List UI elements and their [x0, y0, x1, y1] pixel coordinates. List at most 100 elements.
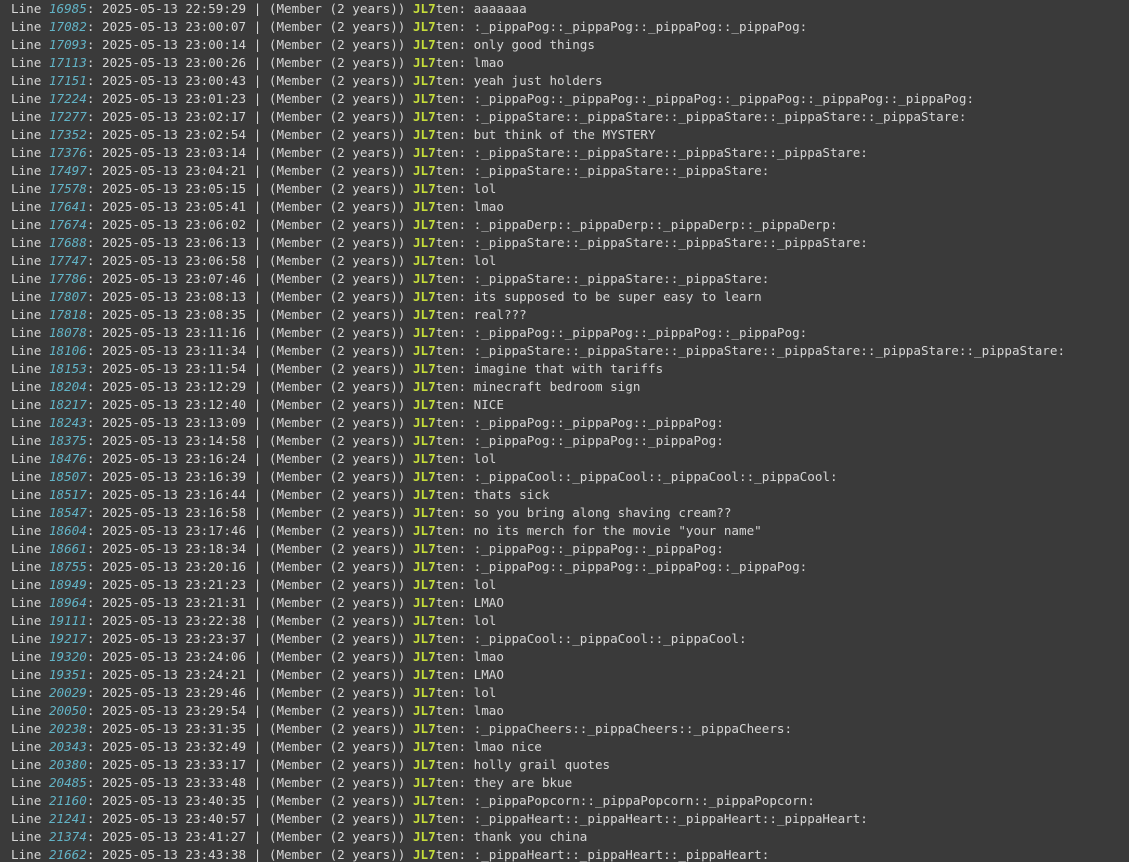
- line-number: 18755: [48, 559, 87, 574]
- separator: |: [253, 181, 262, 196]
- message-text: lmao: [473, 55, 504, 70]
- separator: |: [253, 253, 262, 268]
- line-word: Line: [11, 289, 42, 304]
- line-word: Line: [11, 19, 42, 34]
- line-number: 18547: [48, 505, 87, 520]
- timestamp: 2025-05-13 23:11:54: [102, 361, 247, 376]
- message-text: LMAO: [473, 595, 504, 610]
- timestamp: 2025-05-13 23:05:15: [102, 181, 247, 196]
- username-prefix: JL7: [412, 91, 436, 106]
- member-badge: (Member (2 years)): [268, 361, 406, 376]
- line-word: Line: [11, 793, 42, 808]
- log-line: Line 17151: 2025-05-13 23:00:43 | (Membe…: [11, 73, 603, 88]
- member-badge: (Member (2 years)): [268, 775, 406, 790]
- separator: |: [253, 631, 262, 646]
- member-badge: (Member (2 years)): [268, 415, 406, 430]
- message-text: :_pippaHeart::_pippaHeart::_pippaHeart:: [473, 847, 770, 862]
- message-text: so you bring along shaving cream??: [473, 505, 732, 520]
- username-suffix: ten: [435, 559, 459, 574]
- timestamp: 2025-05-13 23:23:37: [102, 631, 247, 646]
- timestamp: 2025-05-13 23:05:41: [102, 199, 247, 214]
- log-line: Line 18949: 2025-05-13 23:21:23 | (Membe…: [11, 577, 497, 592]
- message-text: LMAO: [473, 667, 504, 682]
- log-line: Line 20050: 2025-05-13 23:29:54 | (Membe…: [11, 703, 504, 718]
- username-prefix: JL7: [412, 415, 436, 430]
- username-prefix: JL7: [412, 649, 436, 664]
- username-prefix: JL7: [412, 721, 436, 736]
- message-text: :_pippaCool::_pippaCool::_pippaCool:: [473, 631, 747, 646]
- username-suffix: ten: [435, 19, 459, 34]
- member-badge: (Member (2 years)): [268, 703, 406, 718]
- message-text: lol: [473, 181, 497, 196]
- separator: |: [253, 91, 262, 106]
- line-word: Line: [11, 235, 42, 250]
- timestamp: 2025-05-13 23:16:24: [102, 451, 247, 466]
- line-number: 20050: [48, 703, 87, 718]
- username-suffix: ten: [435, 415, 459, 430]
- separator: |: [253, 487, 262, 502]
- line-number: 21241: [48, 811, 87, 826]
- member-badge: (Member (2 years)): [268, 631, 406, 646]
- username-prefix: JL7: [412, 829, 436, 844]
- username-prefix: JL7: [412, 379, 436, 394]
- timestamp: 2025-05-13 23:29:46: [102, 685, 247, 700]
- log-line: Line 18547: 2025-05-13 23:16:58 | (Membe…: [11, 505, 732, 520]
- timestamp: 2025-05-13 23:07:46: [102, 271, 247, 286]
- line-number: 17352: [48, 127, 87, 142]
- line-word: Line: [11, 721, 42, 736]
- log-line: Line 17641: 2025-05-13 23:05:41 | (Membe…: [11, 199, 504, 214]
- member-badge: (Member (2 years)): [268, 127, 406, 142]
- log-line: Line 18106: 2025-05-13 23:11:34 | (Membe…: [11, 343, 1066, 358]
- member-badge: (Member (2 years)): [268, 505, 406, 520]
- username-suffix: ten: [435, 379, 459, 394]
- member-badge: (Member (2 years)): [268, 271, 406, 286]
- log-line: Line 18153: 2025-05-13 23:11:54 | (Membe…: [11, 361, 664, 376]
- timestamp: 2025-05-13 23:12:29: [102, 379, 247, 394]
- message-text: :_pippaCheers::_pippaCheers::_pippaCheer…: [473, 721, 793, 736]
- member-badge: (Member (2 years)): [268, 109, 406, 124]
- line-number: 20343: [48, 739, 87, 754]
- username-suffix: ten: [435, 271, 459, 286]
- separator: |: [253, 325, 262, 340]
- timestamp: 2025-05-13 23:00:14: [102, 37, 247, 52]
- log-line: Line 16985: 2025-05-13 22:59:29 | (Membe…: [11, 1, 527, 16]
- username-prefix: JL7: [412, 703, 436, 718]
- username-prefix: JL7: [412, 811, 436, 826]
- member-badge: (Member (2 years)): [268, 559, 406, 574]
- separator: |: [253, 433, 262, 448]
- line-word: Line: [11, 505, 42, 520]
- username-suffix: ten: [435, 73, 459, 88]
- separator: |: [253, 235, 262, 250]
- message-text: NICE: [473, 397, 504, 412]
- timestamp: 2025-05-13 23:32:49: [102, 739, 247, 754]
- username-prefix: JL7: [412, 289, 436, 304]
- log-line: Line 17093: 2025-05-13 23:00:14 | (Membe…: [11, 37, 595, 52]
- member-badge: (Member (2 years)): [268, 685, 406, 700]
- username-prefix: JL7: [412, 145, 436, 160]
- username-prefix: JL7: [412, 235, 436, 250]
- line-word: Line: [11, 73, 42, 88]
- log-line: Line 17674: 2025-05-13 23:06:02 | (Membe…: [11, 217, 838, 232]
- line-number: 17786: [48, 271, 87, 286]
- member-badge: (Member (2 years)): [268, 757, 406, 772]
- line-number: 17688: [48, 235, 87, 250]
- username-suffix: ten: [435, 685, 459, 700]
- line-word: Line: [11, 199, 42, 214]
- line-word: Line: [11, 181, 42, 196]
- timestamp: 2025-05-13 23:11:16: [102, 325, 247, 340]
- line-word: Line: [11, 217, 42, 232]
- username-suffix: ten: [435, 343, 459, 358]
- timestamp: 2025-05-13 23:04:21: [102, 163, 247, 178]
- username-suffix: ten: [435, 1, 459, 16]
- member-badge: (Member (2 years)): [268, 523, 406, 538]
- username-prefix: JL7: [412, 271, 436, 286]
- line-number: 17113: [48, 55, 87, 70]
- member-badge: (Member (2 years)): [268, 1, 406, 16]
- line-number: 17747: [48, 253, 87, 268]
- line-word: Line: [11, 703, 42, 718]
- username-suffix: ten: [435, 505, 459, 520]
- log-line: Line 18476: 2025-05-13 23:16:24 | (Membe…: [11, 451, 497, 466]
- username-prefix: JL7: [412, 739, 436, 754]
- separator: |: [253, 217, 262, 232]
- line-number: 18153: [48, 361, 87, 376]
